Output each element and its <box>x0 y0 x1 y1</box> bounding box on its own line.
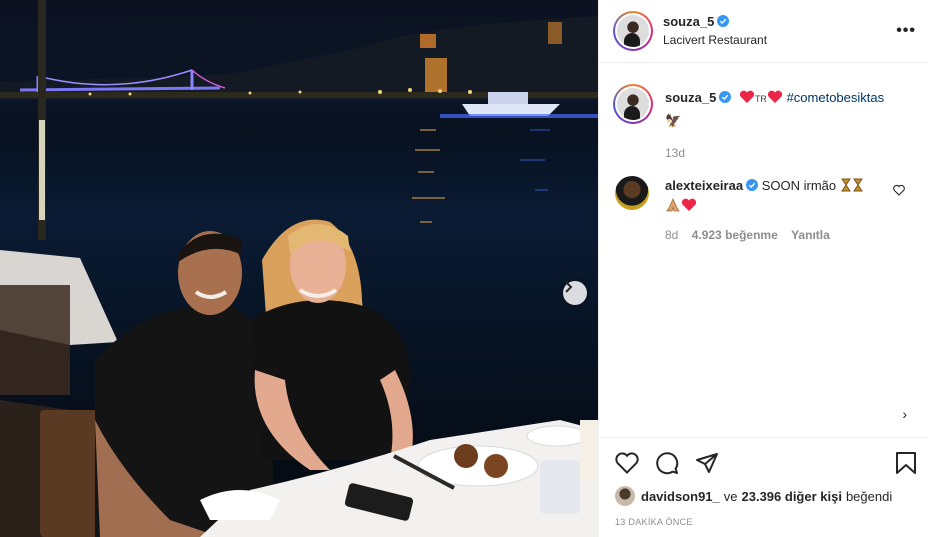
liked-by: davidson91_ ve 23.396 diğer kişi beğendi <box>615 486 892 506</box>
verified-badge-icon <box>719 91 732 103</box>
hourglass-icon <box>840 178 851 192</box>
reply-button[interactable]: Yanıtla <box>791 228 830 242</box>
verified-badge-icon <box>717 15 730 27</box>
scroll-caret[interactable]: › <box>902 406 907 422</box>
liked-by-suffix: beğendi <box>845 488 893 504</box>
save-bookmark-icon[interactable] <box>895 451 917 475</box>
photo-scene <box>0 0 598 537</box>
liked-by-connector: ve <box>723 488 738 504</box>
commenter-username[interactable]: alexteixeiraa <box>665 178 743 193</box>
red-heart-icon <box>739 90 755 103</box>
verified-badge-icon <box>746 179 759 191</box>
more-options-icon[interactable]: ••• <box>896 22 916 40</box>
post-header: souza_5 Lacivert Restaurant ••• <box>599 0 928 63</box>
author-username[interactable]: souza_5 <box>663 14 714 29</box>
liker-username[interactable]: davidson91_ <box>641 489 720 504</box>
like-heart-icon[interactable] <box>615 452 639 474</box>
author-avatar[interactable] <box>613 11 653 51</box>
post-photo[interactable] <box>0 0 598 537</box>
comment-likes[interactable]: 4.923 beğenme <box>692 228 778 242</box>
hashtag-link[interactable]: #cometobesiktas <box>787 90 885 105</box>
avatar-image <box>617 88 649 120</box>
comments-section: souza_5 TR #cometobesiktas 🦅 13d alextei… <box>599 64 928 436</box>
eagle-emoji: 🦅 <box>665 113 682 128</box>
post-sidebar: souza_5 Lacivert Restaurant ••• souza_5 … <box>598 0 928 537</box>
post-timestamp[interactable]: 13 DAKİKA ÖNCE <box>615 517 693 527</box>
chevron-right-icon <box>565 281 573 293</box>
avatar-image <box>617 15 649 47</box>
commenter-avatar[interactable] <box>615 176 649 210</box>
comment-age[interactable]: 8d <box>665 228 678 242</box>
red-heart-icon <box>681 198 697 211</box>
caption: souza_5 TR #cometobesiktas 🦅 13d <box>665 89 915 162</box>
post-location[interactable]: Lacivert Restaurant <box>663 33 767 47</box>
comment-like-heart-icon[interactable] <box>893 184 905 196</box>
liker-avatar[interactable] <box>615 486 635 506</box>
caption-age[interactable]: 13d <box>665 144 915 162</box>
post-actions: davidson91_ ve 23.396 diğer kişi beğendi… <box>599 437 928 537</box>
hourglass-icon <box>852 178 863 192</box>
flag-text: TR <box>754 94 767 104</box>
comment: alexteixeiraa SOON irmão 8d 4.923 beğenm… <box>665 177 889 244</box>
comment-text: SOON irmão <box>761 178 837 193</box>
next-photo-button[interactable] <box>563 281 587 305</box>
caption-username[interactable]: souza_5 <box>665 90 716 105</box>
red-heart-icon <box>767 90 783 103</box>
share-paper-plane-icon[interactable] <box>695 451 719 475</box>
praying-hands-icon <box>666 198 680 212</box>
comment-bubble-icon[interactable] <box>655 451 679 475</box>
caption-avatar[interactable] <box>613 84 653 124</box>
likes-count[interactable]: 23.396 diğer kişi <box>742 489 842 504</box>
